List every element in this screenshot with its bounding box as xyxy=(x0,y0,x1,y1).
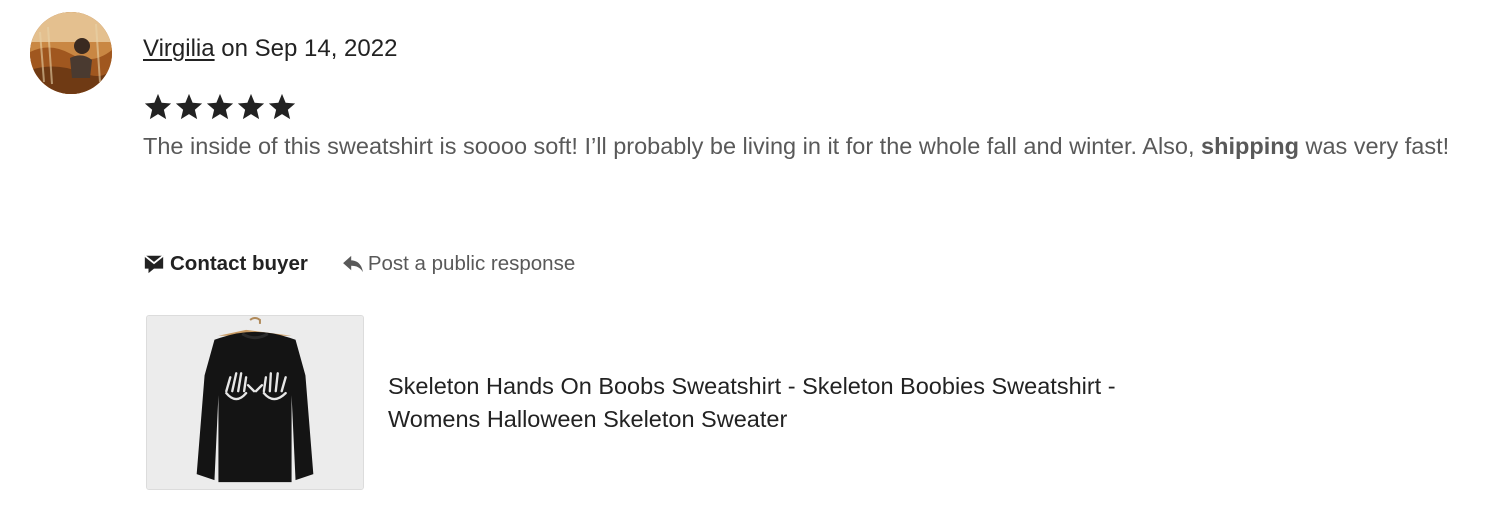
review-text-start: The inside of this sweatshirt is soooo s… xyxy=(143,133,1202,159)
review-text-end: was very fast! xyxy=(1298,133,1450,159)
contact-buyer-button[interactable]: Contact buyer xyxy=(143,252,308,276)
star-rating xyxy=(143,90,297,124)
sweatshirt-image xyxy=(147,316,363,489)
message-icon xyxy=(143,253,165,275)
post-public-response-button[interactable]: Post a public response xyxy=(342,252,575,276)
reviewer-name-link[interactable]: Virgilia xyxy=(143,35,215,62)
review-date: on Sep 14, 2022 xyxy=(214,35,398,62)
post-public-response-label: Post a public response xyxy=(367,252,576,275)
review-meta: Virgilia on Sep 14, 2022 xyxy=(143,34,397,64)
contact-buyer-label: Contact buyer xyxy=(170,252,308,275)
star-icon xyxy=(205,92,235,122)
reviewer-avatar[interactable] xyxy=(30,12,112,94)
star-icon xyxy=(236,92,266,122)
avatar-photo xyxy=(30,12,112,94)
listing-title[interactable]: Skeleton Hands On Boobs Sweatshirt - Ske… xyxy=(388,370,1188,436)
star-icon xyxy=(267,92,297,122)
listing-thumbnail[interactable] xyxy=(146,315,364,490)
review-text: The inside of this sweatshirt is soooo s… xyxy=(143,126,1478,167)
star-icon xyxy=(174,92,204,122)
star-icon xyxy=(143,92,173,122)
reply-icon xyxy=(342,255,364,273)
review-actions: Contact buyer Post a public response xyxy=(143,250,575,278)
review-card: Virgilia on Sep 14, 2022 The inside of t… xyxy=(0,0,1500,508)
listing-link[interactable]: Skeleton Hands On Boobs Sweatshirt - Ske… xyxy=(146,315,1188,490)
review-highlight: shipping xyxy=(1201,133,1299,159)
